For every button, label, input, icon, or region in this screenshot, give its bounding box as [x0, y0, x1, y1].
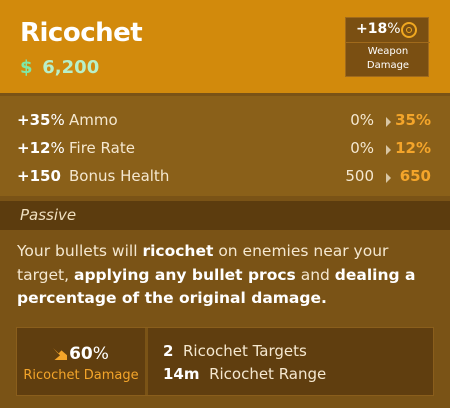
ricochet-damage-label: Ricochet Damage: [23, 368, 139, 383]
ricochet-stats-box: 60% Ricochet Damage 2 Ricochet Targets 1…: [16, 327, 434, 396]
arrow-right-icon: [386, 117, 391, 127]
ricochet-targets-label: Ricochet Targets: [182, 342, 307, 360]
ricochet-range-value: 14: [163, 365, 184, 383]
stats-section: +35% Ammo 0% 35% +12% Fire Rate 0% 12% +…: [0, 96, 450, 196]
stat-bonus-value: +35: [17, 111, 51, 129]
stat-from-value: 0%: [350, 111, 374, 129]
ricochet-range-label: Ricochet Range: [209, 365, 327, 383]
weapon-damage-icon: [401, 22, 417, 38]
stat-bonus-unit: %: [50, 111, 65, 129]
souls-currency-icon: $: [20, 57, 33, 78]
item-cost-value: 6,200: [42, 57, 100, 78]
stat-name: Fire Rate: [69, 139, 135, 157]
stat-bonus-value: +150: [17, 167, 61, 185]
stat-row-ammo: +35% Ammo 0% 35%: [0, 106, 450, 134]
stat-name: Ammo: [69, 111, 118, 129]
ricochet-damage-cell: 60% Ricochet Damage: [17, 328, 148, 395]
keyword-ricochet: ricochet: [142, 242, 214, 260]
ricochet-range-unit: m: [183, 365, 200, 383]
item-header: Ricochet $ 6,200 +18% Weapon Damage: [0, 0, 450, 93]
ricochet-targets-line: 2 Ricochet Targets: [163, 342, 307, 360]
stat-name: Bonus Health: [69, 167, 170, 185]
passive-description: Your bullets will ricochet on enemies ne…: [17, 242, 416, 307]
ricochet-range-line: 14m Ricochet Range: [163, 365, 326, 383]
arrow-right-icon: [386, 145, 391, 155]
item-title: Ricochet: [20, 18, 143, 48]
weapon-damage-value: +18: [356, 21, 388, 37]
stat-to-value: 35%: [395, 111, 431, 129]
weapon-damage-label: Weapon Damage: [366, 46, 410, 71]
stat-from-value: 0%: [350, 139, 374, 157]
stat-to-value: 650: [399, 167, 431, 185]
ricochet-damage-value: 60: [69, 344, 93, 364]
item-cost: $ 6,200: [20, 57, 99, 78]
passive-header: Passive: [0, 201, 450, 230]
weapon-damage-badge: +18% Weapon Damage: [345, 17, 430, 77]
arrow-right-icon: [386, 173, 391, 183]
keyword-bullet-procs: applying any bullet procs: [73, 265, 296, 284]
weapon-damage-unit: %: [387, 21, 401, 37]
passive-label: Passive: [20, 206, 77, 224]
ricochet-damage-icon: [53, 348, 67, 360]
item-tooltip-card: Ricochet $ 6,200 +18% Weapon Damage +35%…: [0, 0, 450, 408]
stat-bonus-unit: %: [50, 139, 65, 157]
ricochet-targets-value: 2: [163, 342, 174, 360]
stat-from-value: 500: [345, 167, 374, 185]
stat-to-value: 12%: [395, 139, 431, 157]
stat-row-fire-rate: +12% Fire Rate 0% 12%: [0, 134, 450, 162]
ricochet-damage-unit: %: [92, 344, 109, 364]
stat-row-bonus-health: +150 Bonus Health 500 650: [0, 162, 450, 190]
stat-bonus-value: +12: [17, 139, 51, 157]
